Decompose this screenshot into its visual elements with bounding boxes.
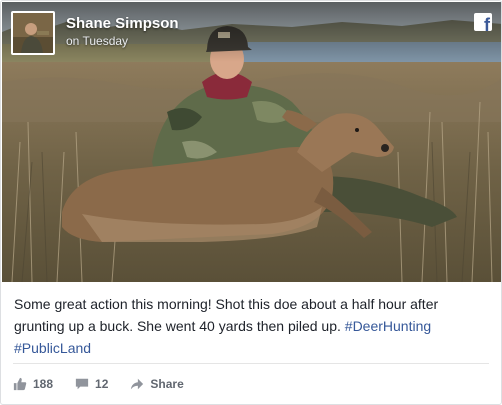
share-arrow-icon — [131, 378, 144, 390]
like-count: 188 — [33, 377, 54, 391]
facebook-f-icon[interactable]: f — [474, 13, 492, 31]
avatar[interactable] — [11, 11, 55, 55]
share-label: Share — [150, 377, 184, 391]
post-header: Shane Simpson on Tuesday f — [2, 2, 501, 62]
comment-icon — [75, 378, 89, 390]
avatar-image — [13, 13, 53, 53]
share-button[interactable]: Share — [130, 377, 184, 391]
hashtag-publicland[interactable]: #PublicLand — [14, 340, 91, 356]
comment-button[interactable]: 12 — [75, 377, 108, 391]
divider — [13, 363, 489, 364]
author-name[interactable]: Shane Simpson — [66, 15, 179, 32]
like-button[interactable]: 188 — [13, 377, 53, 391]
hashtag-deerhunting[interactable]: #DeerHunting — [345, 318, 431, 334]
thumbs-up-icon — [13, 377, 27, 391]
post-text: Some great action this morning! Shot thi… — [14, 293, 490, 359]
post-timestamp[interactable]: on Tuesday — [66, 34, 128, 48]
action-bar: 188 12 Share — [13, 374, 206, 394]
post-card: Shane Simpson on Tuesday f Some great ac… — [0, 0, 502, 405]
comment-count: 12 — [95, 377, 109, 391]
post-photo[interactable]: Shane Simpson on Tuesday f — [2, 2, 501, 282]
